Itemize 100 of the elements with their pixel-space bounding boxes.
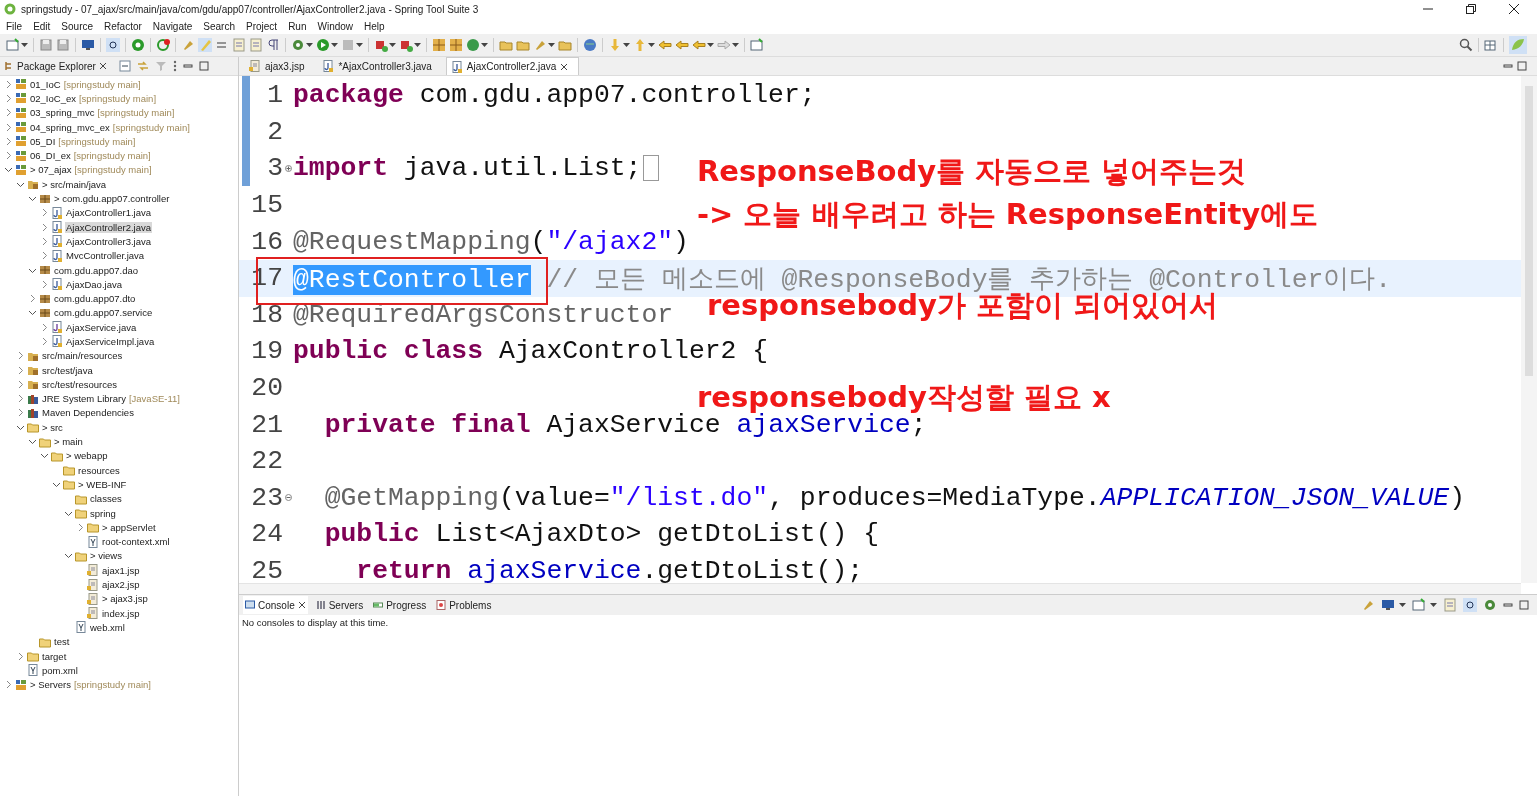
tree-item[interactable]: com.gdu.app07.service bbox=[53, 307, 154, 319]
maximize-icon[interactable] bbox=[198, 61, 209, 71]
close-icon[interactable] bbox=[98, 62, 107, 70]
chevron-right-icon[interactable] bbox=[40, 337, 49, 346]
menu-item[interactable]: File bbox=[6, 20, 23, 32]
tree-item[interactable]: src/test/resources bbox=[41, 378, 118, 390]
search-icon[interactable] bbox=[1459, 38, 1473, 52]
monitor-icon[interactable] bbox=[1381, 598, 1395, 612]
open-perspective-icon[interactable] bbox=[1484, 38, 1498, 52]
tree-item[interactable]: pom.xml bbox=[41, 664, 79, 676]
tree-item[interactable]: 04_spring_mvc_ex bbox=[29, 121, 111, 133]
chevron-right-icon[interactable] bbox=[40, 279, 49, 289]
gear-icon[interactable] bbox=[1483, 598, 1497, 612]
tree-item[interactable]: index.jsp bbox=[101, 607, 141, 619]
caret-icon[interactable] bbox=[356, 43, 363, 47]
console-tab[interactable]: Problems bbox=[434, 596, 494, 614]
close-icon[interactable] bbox=[560, 62, 569, 71]
console-tab[interactable]: Progress bbox=[371, 596, 429, 614]
tree-item[interactable]: AjaxController2.java bbox=[65, 221, 152, 233]
minimize-icon[interactable] bbox=[182, 61, 193, 71]
chevron-right-icon[interactable] bbox=[40, 251, 49, 261]
menu-item[interactable]: Window bbox=[317, 20, 354, 32]
chevron-right-icon[interactable] bbox=[16, 408, 25, 418]
view-menu-icon[interactable] bbox=[172, 60, 177, 72]
chevron-right-icon[interactable] bbox=[4, 122, 13, 132]
caret-icon[interactable] bbox=[389, 43, 396, 47]
link-icon[interactable] bbox=[136, 60, 149, 72]
maximize-icon[interactable] bbox=[1519, 600, 1529, 610]
tree-item[interactable]: > appServlet bbox=[101, 521, 157, 533]
chevron-right-icon[interactable] bbox=[16, 651, 25, 661]
menu-item[interactable]: Project bbox=[246, 20, 278, 32]
caret-icon[interactable] bbox=[414, 43, 421, 47]
caret-icon[interactable] bbox=[306, 43, 313, 47]
pin-icon[interactable] bbox=[1361, 598, 1375, 612]
chevron-down-icon[interactable] bbox=[4, 165, 13, 175]
chevron-right-icon[interactable] bbox=[40, 236, 49, 246]
caret-icon[interactable] bbox=[331, 43, 338, 47]
tree-item[interactable]: com.gdu.app07.dto bbox=[53, 293, 137, 305]
menu-item[interactable]: Edit bbox=[33, 20, 51, 32]
expand-fold-icon[interactable] bbox=[284, 165, 292, 172]
menu-item[interactable]: Run bbox=[288, 20, 307, 32]
chevron-right-icon[interactable] bbox=[76, 522, 85, 532]
chevron-right-icon[interactable] bbox=[4, 108, 13, 118]
chevron-right-icon[interactable] bbox=[4, 79, 13, 89]
editor-tab[interactable]: *AjaxController3.java bbox=[318, 57, 442, 75]
collapse-all-icon[interactable] bbox=[118, 60, 131, 72]
tree-item[interactable]: AjaxController1.java bbox=[65, 207, 152, 219]
menu-item[interactable]: Search bbox=[203, 20, 235, 32]
tree-item[interactable]: > webapp bbox=[65, 450, 109, 462]
chevron-down-icon[interactable] bbox=[28, 194, 37, 203]
tree-item[interactable]: Maven Dependencies bbox=[41, 407, 135, 419]
grid-icon[interactable] bbox=[449, 38, 463, 52]
tree-item[interactable]: 02_IoC_ex bbox=[29, 92, 77, 104]
grid-icon[interactable] bbox=[432, 38, 446, 52]
menu-item[interactable]: Help bbox=[364, 20, 385, 32]
menu-item[interactable]: Source bbox=[61, 20, 94, 32]
chevron-right-icon[interactable] bbox=[4, 151, 13, 161]
refresh-icon[interactable] bbox=[156, 38, 170, 52]
tree-item[interactable]: > 07_ajax bbox=[29, 164, 73, 176]
tree-item[interactable]: AjaxController3.java bbox=[65, 235, 152, 247]
close-icon[interactable] bbox=[297, 601, 306, 609]
chevron-down-icon[interactable] bbox=[28, 437, 37, 447]
caret-icon[interactable] bbox=[481, 43, 488, 47]
new-window-icon[interactable] bbox=[750, 38, 764, 52]
chevron-right-icon[interactable] bbox=[40, 208, 49, 218]
caret-icon[interactable] bbox=[648, 43, 655, 47]
caret-icon[interactable] bbox=[1399, 603, 1406, 607]
caret-icon[interactable] bbox=[21, 43, 28, 47]
chevron-right-icon[interactable] bbox=[40, 222, 49, 232]
tree-item[interactable]: > com.gdu.app07.controller bbox=[53, 193, 171, 204]
tree-item[interactable]: MvcController.java bbox=[65, 250, 146, 262]
tree-item[interactable]: > ajax3.jsp bbox=[101, 593, 149, 605]
tree-item[interactable]: web.xml bbox=[89, 621, 126, 633]
bug-icon[interactable] bbox=[131, 38, 145, 52]
globe-icon[interactable] bbox=[583, 38, 597, 52]
tree-item[interactable]: 05_DI bbox=[29, 135, 57, 147]
tree-item[interactable]: root-context.xml bbox=[101, 536, 171, 548]
pilcrow-icon[interactable] bbox=[266, 38, 280, 52]
folder-icon[interactable] bbox=[499, 38, 513, 52]
tree-item[interactable]: AjaxDao.java bbox=[65, 278, 123, 290]
tree-item[interactable]: 01_IoC bbox=[29, 78, 62, 90]
editor-tab[interactable]: ajax3.jsp bbox=[245, 57, 315, 75]
save-all-icon[interactable] bbox=[56, 38, 70, 52]
tree-item[interactable]: test bbox=[53, 636, 71, 648]
chevron-right-icon[interactable] bbox=[4, 93, 13, 103]
tree-item[interactable]: 06_DI_ex bbox=[29, 150, 72, 162]
tree-item[interactable]: ajax1.jsp bbox=[101, 564, 141, 576]
chevron-down-icon[interactable] bbox=[64, 551, 73, 561]
chevron-down-icon[interactable] bbox=[28, 308, 37, 318]
folder-icon[interactable] bbox=[516, 38, 530, 52]
caret-icon[interactable] bbox=[548, 43, 555, 47]
collapse-fold-icon[interactable] bbox=[284, 494, 292, 502]
chevron-right-icon[interactable] bbox=[4, 680, 13, 690]
tree-item[interactable]: > src/main/java bbox=[41, 178, 108, 190]
tree-item[interactable]: > WEB-INF bbox=[77, 478, 128, 490]
document-icon[interactable] bbox=[232, 38, 246, 52]
tree-item[interactable]: > main bbox=[53, 436, 84, 448]
caret-icon[interactable] bbox=[732, 43, 739, 47]
chevron-right-icon[interactable] bbox=[16, 394, 25, 404]
console-tab[interactable]: Servers bbox=[313, 596, 366, 614]
